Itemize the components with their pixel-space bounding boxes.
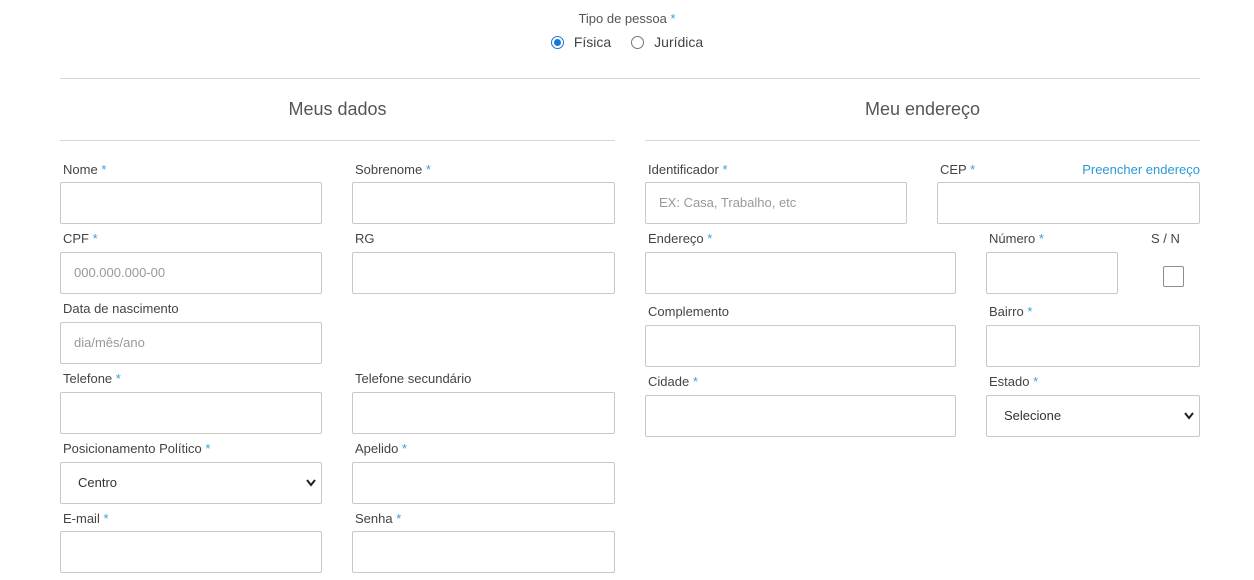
numero-input[interactable]: [986, 252, 1118, 294]
nascimento-placeholder: dia/mês/ano: [74, 335, 145, 350]
posicionamento-value: Centro: [78, 475, 118, 490]
bairro-label: Bairro *: [989, 304, 1033, 319]
nome-input[interactable]: [60, 182, 322, 224]
endereco-label: Endereço *: [648, 231, 713, 246]
nome-label: Nome *: [63, 162, 107, 177]
nascimento-input[interactable]: dia/mês/ano: [60, 322, 322, 364]
endereco-input[interactable]: [645, 252, 956, 294]
section-title-meu-endereco: Meu endereço: [864, 99, 981, 119]
identificador-input[interactable]: EX: Casa, Trabalho, etc: [645, 182, 907, 224]
cidade-label: Cidade *: [648, 374, 698, 389]
cep-input[interactable]: [937, 182, 1200, 224]
section-title-meus-dados: Meus dados: [288, 99, 387, 119]
apelido-input[interactable]: [352, 462, 615, 504]
rg-label: RG: [355, 231, 375, 246]
telefone-input[interactable]: [60, 392, 322, 434]
radio-fisica-circle[interactable]: [550, 35, 564, 49]
cpf-input[interactable]: 000.000.000-00: [60, 252, 322, 294]
tipo-pessoa-label: Tipo de pessoa *: [0, 11, 1254, 26]
preencher-endereco-link[interactable]: Preencher endereço: [1082, 162, 1200, 177]
posicionamento-select[interactable]: Centro: [60, 462, 322, 504]
rg-input[interactable]: [352, 252, 615, 294]
sobrenome-label: Sobrenome *: [355, 162, 431, 177]
cpf-placeholder: 000.000.000-00: [74, 265, 166, 280]
sn-checkbox[interactable]: [1163, 266, 1184, 287]
apelido-label: Apelido *: [355, 441, 408, 456]
radio-fisica[interactable]: Física: [550, 34, 611, 50]
email-input[interactable]: [60, 531, 322, 573]
posicionamento-label: Posicionamento Político *: [63, 441, 211, 456]
senha-label: Senha *: [355, 511, 402, 526]
radio-juridica-circle[interactable]: [631, 35, 645, 49]
sobrenome-input[interactable]: [352, 182, 615, 224]
identificador-placeholder: EX: Casa, Trabalho, etc: [659, 195, 797, 210]
nascimento-label: Data de nascimento: [63, 301, 179, 316]
email-label: E-mail *: [63, 511, 109, 526]
telefone2-input[interactable]: [352, 392, 615, 434]
cidade-input[interactable]: [645, 395, 956, 437]
radio-fisica-label[interactable]: Física: [574, 34, 611, 50]
complemento-label: Complemento: [648, 304, 729, 319]
senha-input[interactable]: [352, 531, 615, 573]
telefone-label: Telefone *: [63, 371, 121, 386]
required-mark: *: [670, 11, 676, 26]
telefone2-label: Telefone secundário: [355, 371, 472, 386]
cpf-label: CPF *: [63, 231, 98, 246]
top-divider: [60, 78, 1200, 79]
complemento-input[interactable]: [645, 325, 956, 367]
tipo-pessoa-options: Física Jurídica: [0, 34, 1254, 50]
tipo-pessoa-text: Tipo de pessoa: [578, 11, 667, 26]
left-divider: [60, 140, 615, 141]
estado-label: Estado *: [989, 374, 1039, 389]
sn-label: S / N: [1151, 231, 1180, 246]
estado-select[interactable]: Selecione: [986, 395, 1200, 437]
radio-juridica[interactable]: Jurídica: [631, 34, 703, 50]
cep-label: CEP *: [940, 162, 976, 177]
right-divider: [645, 140, 1200, 141]
bairro-input[interactable]: [986, 325, 1200, 367]
radio-juridica-label[interactable]: Jurídica: [654, 34, 703, 50]
chevron-down-icon: [1184, 412, 1194, 420]
estado-value: Selecione: [1004, 408, 1062, 423]
identificador-label: Identificador *: [648, 162, 728, 177]
chevron-down-icon: [306, 479, 316, 487]
numero-label: Número *: [989, 231, 1044, 246]
